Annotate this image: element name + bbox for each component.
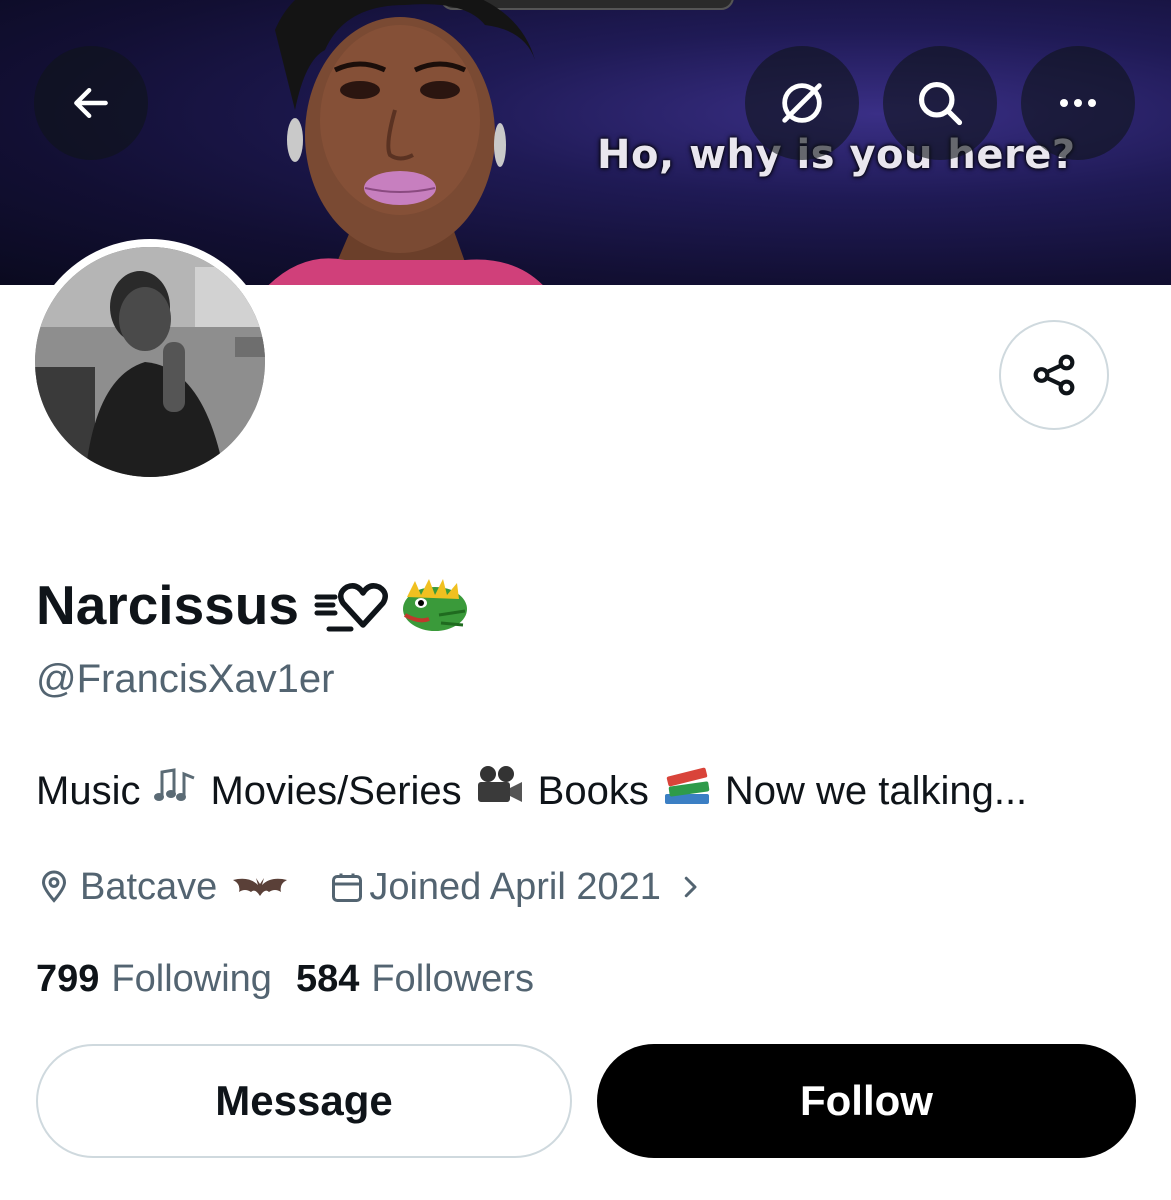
dragon-icon [402, 579, 467, 631]
back-button[interactable] [34, 46, 148, 160]
profile-meta: Batcave Joined April 2021 [36, 862, 705, 912]
follow-button[interactable]: Follow [597, 1044, 1136, 1158]
followers-label: Followers [371, 958, 534, 1000]
avatar[interactable] [35, 247, 265, 477]
banner-person-image [268, 0, 543, 285]
following-label: Following [111, 958, 272, 1000]
share-button[interactable] [999, 320, 1109, 430]
followers-link[interactable]: 584 Followers [296, 958, 534, 1001]
following-count: 799 [36, 958, 100, 1000]
books-icon [661, 764, 713, 818]
followers-count: 584 [295, 958, 360, 1000]
grok-icon [782, 83, 822, 123]
location-text: Batcave [80, 865, 218, 908]
bio-text-movies: Movies/Series [210, 768, 462, 813]
bio-text-closing: Now we talking... [724, 768, 1028, 813]
music-notes-icon [152, 766, 198, 816]
chevron-right-icon [684, 876, 697, 898]
search-icon [918, 81, 963, 126]
profile-bio: Music Movies/Series Books Now we talking… [36, 764, 1027, 818]
more-icon [1060, 99, 1096, 107]
avatar-image [35, 247, 265, 477]
display-name-row: Narcissus [36, 570, 471, 640]
bio-text-books: Books [537, 768, 649, 813]
grok-button[interactable] [745, 46, 859, 160]
follow-stats: 799 Following 584 Followers [36, 958, 534, 1001]
joined-date[interactable]: Joined April 2021 [329, 866, 705, 909]
search-button[interactable] [883, 46, 997, 160]
avatar-frame[interactable] [27, 239, 273, 485]
arrow-left-icon [74, 87, 108, 119]
profile-handle: @FrancisXav1er [36, 657, 335, 701]
display-name: Narcissus [36, 574, 299, 636]
message-button[interactable]: Message [36, 1044, 572, 1158]
location: Batcave [36, 866, 291, 909]
joined-text: Joined April 2021 [369, 865, 661, 908]
following-link[interactable]: 799 Following [36, 958, 272, 1001]
speeding-heart-icon [314, 583, 388, 632]
bio-text-music: Music [36, 768, 141, 813]
profile-page: Ho, why is you here? Narcissus @FrancisX… [0, 0, 1171, 1200]
share-icon [1033, 354, 1075, 396]
bat-icon [233, 878, 288, 896]
location-pin-icon [41, 870, 67, 903]
calendar-icon [332, 873, 363, 902]
more-button[interactable] [1021, 46, 1135, 160]
movie-camera-icon [474, 764, 526, 818]
